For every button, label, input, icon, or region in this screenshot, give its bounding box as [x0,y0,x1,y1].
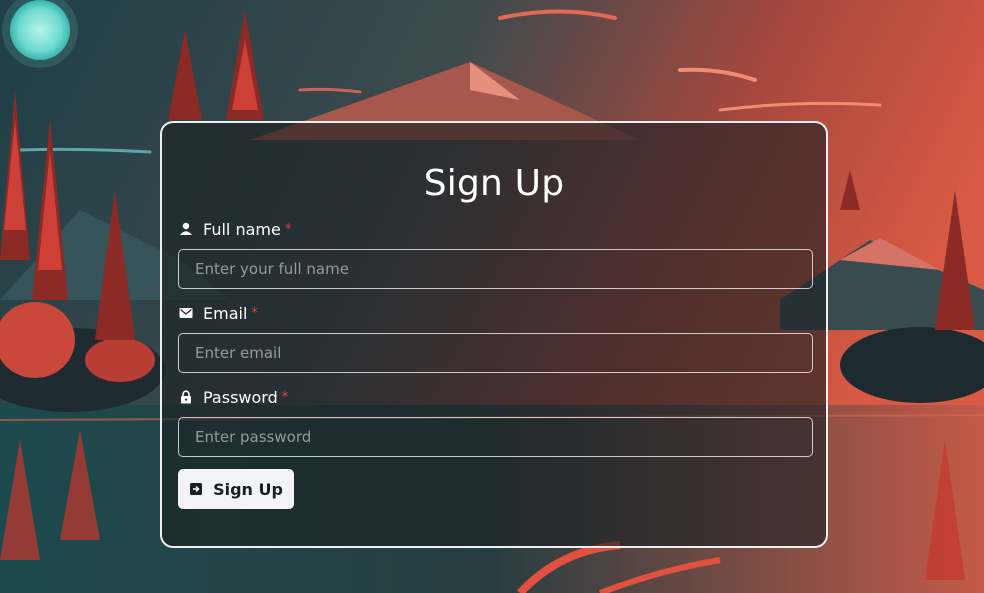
email-label: Email * [179,302,258,324]
lock-icon [179,390,193,404]
full-name-label: Full name * [179,218,291,240]
sign-in-icon [189,482,203,496]
sign-up-button-label: Sign Up [213,479,283,499]
full-name-label-text: Full name [203,219,281,239]
password-label: Password * [179,386,288,408]
required-marker: * [284,221,292,237]
password-input[interactable] [178,417,813,457]
password-label-text: Password [203,387,278,407]
page-title: Sign Up [423,163,565,204]
required-marker: * [251,305,258,321]
sign-up-button[interactable]: Sign Up [178,469,294,509]
user-icon [179,222,193,236]
required-marker: * [281,389,289,405]
full-name-input[interactable] [178,249,813,289]
email-label-text: Email [203,303,248,323]
signup-card: Sign Up Full name * Email * Password * S… [160,121,828,548]
mail-icon [179,306,193,320]
email-input[interactable] [178,333,813,373]
